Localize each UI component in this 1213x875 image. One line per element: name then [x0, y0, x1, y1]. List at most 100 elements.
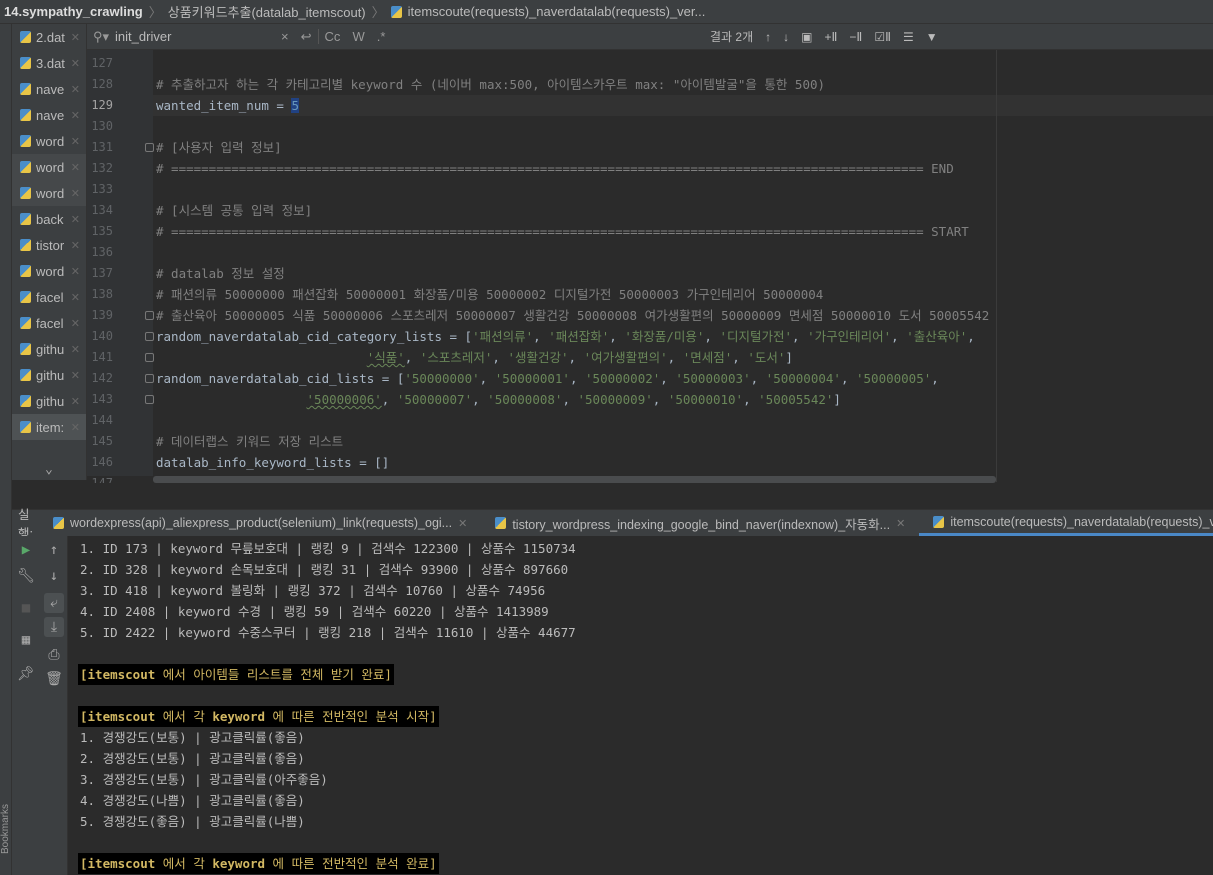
close-icon[interactable]: ✕ [71, 109, 80, 122]
code-token: , [743, 392, 759, 407]
line-number: 134 [91, 203, 113, 217]
scroll-to-end-icon[interactable]: ⤓ [44, 617, 64, 637]
close-icon[interactable]: ✕ [71, 187, 80, 200]
code-token: ] [785, 350, 793, 365]
stop-icon[interactable]: ■ [16, 598, 36, 618]
add-occurrence-icon[interactable]: +Ⅱ [824, 30, 837, 44]
close-icon[interactable]: ✕ [71, 239, 80, 252]
breadcrumb-project[interactable]: 14.sympathy_crawling [4, 4, 143, 19]
chevron-down-icon[interactable]: ⌄ [45, 462, 53, 477]
console-token: 에서 각 [155, 856, 213, 871]
code-line: '50000006', '50000007', '50000008', '500… [156, 389, 841, 410]
search-input[interactable] [115, 29, 266, 44]
newline-icon[interactable]: ↩ [295, 29, 318, 45]
code-token: , [967, 329, 975, 344]
file-tab[interactable]: nave ✕ [12, 102, 86, 128]
code-line: # 출산육아 50000005 식품 50000006 스포츠레저 500000… [156, 305, 989, 326]
console-output[interactable]: 1. ID 173 | keyword 무릎보호대 | 랭킹 9 | 검색수 1… [70, 536, 1213, 875]
console-line: 4. 경쟁강도(나쁨) | 광고클릭률(좋음) [80, 793, 305, 808]
file-tab[interactable]: word ✕ [12, 154, 86, 180]
close-icon[interactable]: ✕ [71, 291, 80, 304]
code-token: '50000007' [396, 392, 473, 407]
file-tab[interactable]: word ✕ [12, 258, 86, 284]
layout-icon[interactable]: ▦ [16, 630, 36, 650]
up-arrow-icon[interactable]: ↑ [765, 30, 771, 44]
code-token: '50000000' [404, 371, 480, 386]
line-number: 145 [91, 434, 113, 448]
file-tab[interactable]: nave ✕ [12, 76, 86, 102]
close-icon[interactable]: ✕ [71, 161, 80, 174]
search-icon[interactable]: ⚲▾ [87, 29, 115, 45]
close-icon[interactable]: ✕ [71, 369, 80, 382]
close-icon[interactable]: ✕ [71, 395, 80, 408]
code-token: '패션의류' [472, 329, 534, 344]
remove-occurrence-icon[interactable]: −Ⅱ [849, 30, 862, 44]
close-icon[interactable]: ✕ [71, 213, 80, 226]
file-tab[interactable]: back ✕ [12, 206, 86, 232]
up-arrow-icon[interactable]: ↑ [44, 540, 64, 560]
down-arrow-icon[interactable]: ↓ [44, 566, 64, 586]
rerun-icon[interactable]: ▶ [16, 540, 36, 560]
close-icon[interactable]: ✕ [458, 517, 467, 530]
line-number-gutter: 127 128 129 130 131 132 133 134 135 136 137 138 139 1… [87, 50, 154, 490]
run-tab[interactable]: wordexpress(api)_aliexpress_product(sele… [39, 510, 481, 536]
console-status-line: [itemscout 에서 아이템들 리스트를 전체 받기 완료] [78, 664, 394, 685]
code-token: , [569, 371, 586, 386]
whole-word-icon[interactable]: W [346, 29, 370, 44]
run-tab[interactable]: itemscoute(requests)_naverdatalab(reques… [919, 510, 1213, 536]
file-tab[interactable]: word ✕ [12, 180, 86, 206]
code-line: # 데이터랩스 키워드 저장 리스트 [156, 431, 343, 452]
clear-icon[interactable]: × [275, 29, 295, 44]
pin-icon[interactable]: 📌︎ [16, 664, 36, 684]
file-tab[interactable]: githu ✕ [12, 388, 86, 414]
console-line: 1. 경쟁강도(보통) | 광고클릭률(좋음) [80, 730, 305, 745]
console-line: 4. ID 2408 | keyword 수경 | 랭킹 59 | 검색수 60… [80, 604, 549, 619]
soft-wrap-icon[interactable]: ⤶ [44, 593, 64, 613]
close-icon[interactable]: ✕ [71, 265, 80, 278]
code-token: , [792, 329, 808, 344]
run-tab-label: tistory_wordpress_indexing_google_bind_n… [512, 517, 891, 532]
select-occurrences-icon[interactable]: ☑Ⅱ [874, 30, 891, 44]
select-all-icon[interactable]: ▣ [801, 30, 812, 44]
close-icon[interactable]: ✕ [71, 343, 80, 356]
python-file-icon [20, 187, 31, 199]
close-icon[interactable]: ✕ [71, 421, 80, 434]
file-tab[interactable]: 3.dat ✕ [12, 50, 86, 76]
file-tab[interactable]: githu ✕ [12, 362, 86, 388]
horizontal-scrollbar[interactable] [153, 476, 996, 483]
file-tab[interactable]: facel ✕ [12, 284, 86, 310]
run-tab-label: itemscoute(requests)_naverdatalab(reques… [950, 514, 1213, 529]
panel-divider[interactable] [12, 483, 1213, 510]
file-tab[interactable]: item: ✕ [12, 414, 86, 440]
file-tab[interactable]: githu ✕ [12, 336, 86, 362]
print-icon[interactable]: ⎙ [44, 645, 64, 665]
wrench-icon[interactable]: 🔧︎ [16, 566, 36, 586]
close-icon[interactable]: ✕ [71, 83, 80, 96]
close-icon[interactable]: ✕ [71, 31, 80, 44]
close-icon[interactable]: ✕ [71, 135, 80, 148]
run-tab[interactable]: tistory_wordpress_indexing_google_bind_n… [481, 510, 919, 536]
options-icon[interactable]: ☰ [903, 30, 914, 44]
down-arrow-icon[interactable]: ↓ [783, 30, 789, 44]
close-icon[interactable]: ✕ [71, 317, 80, 330]
close-icon[interactable]: ✕ [71, 57, 80, 70]
file-tab[interactable]: facel ✕ [12, 310, 86, 336]
match-case-icon[interactable]: Cc [317, 29, 347, 44]
trash-icon[interactable]: 🗑︎ [44, 669, 64, 689]
breadcrumb-file[interactable]: itemscoute(requests)_naverdatalab(reques… [408, 4, 706, 19]
python-file-icon [20, 395, 31, 407]
regex-icon[interactable]: .* [371, 29, 392, 44]
close-icon[interactable]: ✕ [896, 517, 905, 530]
console-token: 에 따른 전반적인 분석 시작] [265, 709, 437, 724]
console-status-line: [itemscout 에서 각 keyword 에 따른 전반적인 분석 완료] [78, 853, 439, 874]
file-tab[interactable]: tistor ✕ [12, 232, 86, 258]
code-editor[interactable]: # 추출하고자 하는 각 카테고리별 keyword 수 (네이버 max:50… [153, 50, 1213, 476]
file-tab[interactable]: 2.dat ✕ [12, 24, 86, 50]
filter-icon[interactable]: ▼ [926, 30, 938, 44]
file-tab[interactable]: word ✕ [12, 128, 86, 154]
code-token: , [609, 329, 625, 344]
breadcrumb-folder[interactable]: 상품키워드추출(datalab_itemscout) [168, 2, 366, 21]
code-token: # 출산육아 50000005 식품 50000006 스포츠레저 500000… [156, 308, 990, 323]
code-token: '가구인테리어' [807, 329, 892, 344]
bookmarks-tool-tab[interactable]: Bookmarks [0, 804, 11, 854]
